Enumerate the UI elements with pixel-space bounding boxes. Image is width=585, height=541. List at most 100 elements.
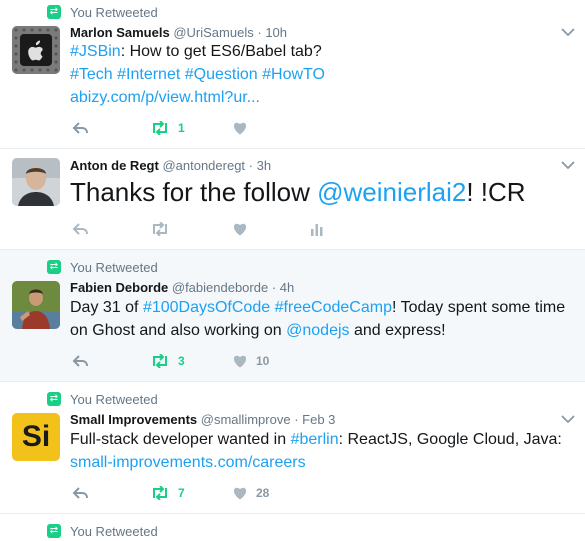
retweet-context: ⇄ You Retweeted (47, 391, 158, 407)
like-count: 10 (256, 354, 270, 368)
tweet-fabien-deborde[interactable]: ⇄ You Retweeted Fabien Deborde @fabiende… (0, 250, 585, 382)
tweet-text: #JSBin: How to get ES6/Babel tab? #Tech … (70, 40, 571, 109)
avatar[interactable] (12, 281, 60, 329)
reply-icon (72, 122, 88, 134)
tweet-header: Anton de Regt @antonderegt · 3h (70, 158, 271, 173)
author-name[interactable]: Fabien Deborde (70, 280, 168, 295)
tweet-header: Fabien Deborde @fabiendeborde · 4h (70, 280, 294, 295)
reply-icon (72, 355, 88, 367)
like-button[interactable] (232, 219, 248, 239)
tweet-text: Day 31 of #100DaysOfCode #freeCodeCamp! … (70, 296, 571, 342)
like-count: 28 (256, 486, 270, 500)
retweet-context-label: You Retweeted (70, 523, 158, 539)
retweet-context: ⇄ You Retweeted (47, 4, 158, 20)
retweet-context-icon: ⇄ (47, 392, 61, 406)
tweet-url[interactable]: small-improvements.com/careers (70, 454, 306, 471)
chevron-down-icon[interactable] (561, 414, 575, 424)
tweet-partial[interactable]: ⇄ You Retweeted (0, 514, 585, 541)
like-button[interactable]: 28 (232, 483, 269, 503)
retweet-context-label: You Retweeted (70, 4, 158, 20)
timestamp[interactable]: 4h (280, 280, 294, 295)
avatar[interactable]: Si (12, 413, 60, 461)
tweet-url[interactable]: abizy.com/p/view.html?ur... (70, 89, 260, 106)
timestamp[interactable]: 3h (257, 158, 271, 173)
like-icon (233, 223, 247, 236)
reply-icon (72, 487, 88, 499)
retweet-context-label: You Retweeted (70, 259, 158, 275)
tweet-text-part: Day 31 of (70, 299, 143, 316)
retweet-icon (153, 222, 167, 236)
reply-button[interactable] (72, 219, 90, 239)
tweet-text-part: ! !CR (466, 177, 526, 207)
retweet-icon (153, 354, 167, 368)
author-handle[interactable]: @UriSamuels (173, 25, 253, 40)
retweet-context-icon: ⇄ (47, 260, 61, 274)
avatar-logo-text: Si (21, 420, 51, 453)
retweet-button[interactable]: 7 (150, 483, 185, 503)
avatar[interactable] (12, 158, 60, 206)
timestamp[interactable]: Feb 3 (302, 412, 335, 427)
separator-dot: · (257, 25, 262, 40)
chevron-down-icon[interactable] (561, 27, 575, 37)
tweet-small-improvements[interactable]: ⇄ You Retweeted Si Small Improvements @s… (0, 382, 585, 514)
tweet-text: Full-stack developer wanted in #berlin: … (70, 428, 571, 474)
reply-button[interactable] (72, 118, 90, 138)
retweet-icon (153, 121, 167, 135)
retweet-count: 3 (178, 354, 185, 368)
author-name[interactable]: Marlon Samuels (70, 25, 170, 40)
retweet-context-icon: ⇄ (47, 5, 61, 19)
retweet-button[interactable]: 1 (150, 118, 185, 138)
tweet-text-part: : How to get ES6/Babel tab? (120, 43, 322, 60)
chevron-down-icon[interactable] (561, 160, 575, 170)
timestamp[interactable]: 10h (265, 25, 287, 40)
retweet-context: ⇄ You Retweeted (47, 259, 158, 275)
tweet-header: Small Improvements @smallimprove · Feb 3 (70, 412, 335, 427)
hashtags[interactable]: #Tech #Internet #Question #HowTO (70, 66, 325, 83)
author-name[interactable]: Small Improvements (70, 412, 197, 427)
hashtag-jsbin[interactable]: #JSBin (70, 43, 121, 60)
tweet-text-part: and express! (349, 322, 446, 339)
retweet-context: ⇄ You Retweeted (47, 523, 158, 539)
mention-nodejs[interactable]: @nodejs (286, 322, 349, 339)
reply-button[interactable] (72, 351, 90, 371)
analytics-button[interactable] (310, 219, 324, 239)
apple-logo-avatar (12, 26, 60, 74)
timeline: ⇄ You Retweeted Marlon Samuels @UriSamue… (0, 0, 585, 541)
tweet-text-part: : ReactJS, Google Cloud, Java: (338, 431, 562, 448)
hashtag-berlin[interactable]: #berlin (291, 431, 339, 448)
author-handle[interactable]: @smallimprove (201, 412, 291, 427)
reply-icon (72, 223, 88, 235)
person-avatar (12, 158, 60, 206)
retweet-button[interactable] (150, 219, 170, 239)
reply-button[interactable] (72, 483, 90, 503)
separator-dot: · (271, 280, 277, 295)
retweet-count: 7 (178, 486, 185, 500)
hashtag-100daysofcode[interactable]: #100DaysOfCode (143, 299, 270, 316)
tweet-anton-de-regt[interactable]: Anton de Regt @antonderegt · 3h Thanks f… (0, 149, 585, 250)
tweet-header: Marlon Samuels @UriSamuels · 10h (70, 25, 287, 40)
separator-dot: · (294, 412, 299, 427)
author-handle[interactable]: @fabiendeborde (172, 280, 268, 295)
tweet-marlon-samuels[interactable]: ⇄ You Retweeted Marlon Samuels @UriSamue… (0, 0, 585, 149)
like-button[interactable] (232, 118, 248, 138)
avatar[interactable] (12, 26, 60, 74)
person-avatar (12, 281, 60, 329)
retweet-context-label: You Retweeted (70, 391, 158, 407)
mention-weinierlai2[interactable]: @weinierlai2 (317, 177, 466, 207)
tweet-text-part: Full-stack developer wanted in (70, 431, 291, 448)
tweet-text-part: Thanks for the follow (70, 177, 318, 207)
tweet-text: Thanks for the follow @weinierlai2! !CR (70, 177, 571, 207)
analytics-icon (311, 224, 323, 236)
like-button[interactable]: 10 (232, 351, 269, 371)
hashtag-freecodecamp[interactable]: #freeCodeCamp (275, 299, 392, 316)
like-icon (233, 487, 247, 500)
retweet-icon (153, 486, 167, 500)
retweet-button[interactable]: 3 (150, 351, 185, 371)
author-handle[interactable]: @antonderegt (162, 158, 245, 173)
like-icon (233, 355, 247, 368)
like-icon (233, 122, 247, 135)
retweet-context-icon: ⇄ (47, 524, 61, 538)
separator-dot: · (248, 158, 254, 173)
retweet-count: 1 (178, 121, 185, 135)
author-name[interactable]: Anton de Regt (70, 158, 159, 173)
